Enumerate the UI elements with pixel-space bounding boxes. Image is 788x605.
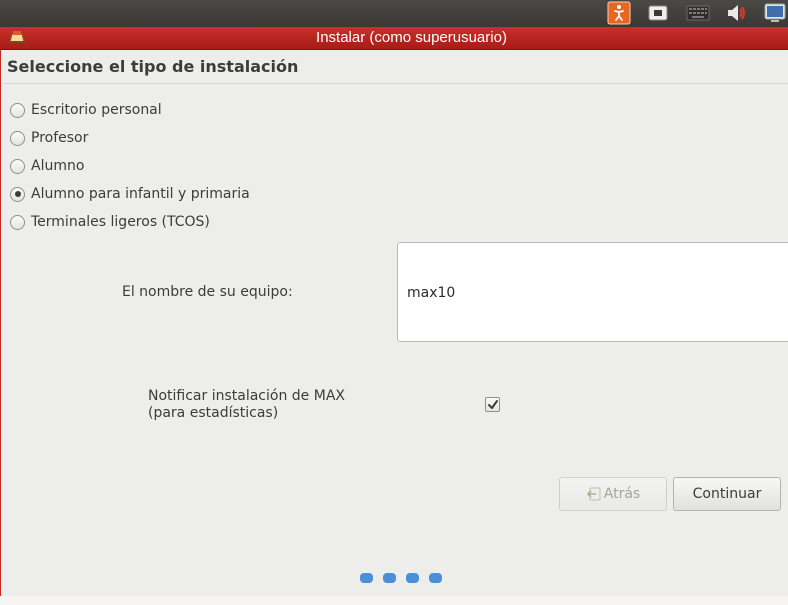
- install-type-option[interactable]: Profesor: [10, 124, 250, 152]
- hostname-input[interactable]: max10: [397, 242, 788, 342]
- install-type-option[interactable]: Alumno: [10, 152, 250, 180]
- window-title: Instalar (como superusuario): [316, 29, 507, 46]
- notify-install-label: Notificar instalación de MAX (para estad…: [148, 388, 345, 422]
- sound-icon[interactable]: [725, 1, 749, 25]
- notify-label-line2: (para estadísticas): [148, 405, 279, 421]
- radio-button[interactable]: [10, 102, 25, 118]
- progress-dot: [360, 573, 373, 583]
- install-type-label: Profesor: [31, 130, 89, 146]
- top-panel: [0, 0, 788, 27]
- radio-button[interactable]: [10, 130, 25, 146]
- notify-install-checkbox[interactable]: [485, 397, 500, 412]
- page-title: Seleccione el tipo de instalación: [7, 57, 299, 76]
- progress-dot: [383, 573, 396, 583]
- progress-dot: [406, 573, 419, 583]
- session-icon[interactable]: [763, 1, 787, 25]
- keyboard-icon[interactable]: [686, 1, 710, 25]
- install-type-options: Escritorio personal Profesor Alumno Alum…: [10, 96, 250, 236]
- back-arrow-icon: [586, 487, 601, 501]
- install-type-option[interactable]: Terminales ligeros (TCOS): [10, 208, 250, 236]
- window-title-bar[interactable]: Instalar (como superusuario): [0, 27, 788, 50]
- radio-button[interactable]: [10, 186, 25, 202]
- radio-button[interactable]: [10, 214, 25, 230]
- network-icon[interactable]: [646, 1, 670, 25]
- continue-button[interactable]: Continuar: [673, 477, 781, 511]
- progress-dot: [429, 573, 442, 583]
- install-type-label: Alumno para infantil y primaria: [31, 186, 250, 202]
- install-type-label: Escritorio personal: [31, 102, 162, 118]
- hostname-label: El nombre de su equipo:: [122, 284, 293, 300]
- radio-selected-dot: [14, 191, 21, 197]
- checkmark-icon: [488, 400, 498, 409]
- progress-indicator: [360, 573, 442, 583]
- continue-button-label: Continuar: [692, 486, 762, 502]
- notify-label-line1: Notificar instalación de MAX: [148, 388, 345, 404]
- window-left-border: [0, 50, 1, 605]
- radio-button[interactable]: [10, 158, 25, 174]
- back-button[interactable]: Atrás: [559, 477, 667, 511]
- bottom-strip: [0, 596, 788, 605]
- accessibility-icon[interactable]: [607, 1, 631, 25]
- title-divider: [1, 83, 788, 84]
- back-button-label: Atrás: [603, 486, 641, 502]
- install-type-label: Terminales ligeros (TCOS): [31, 214, 210, 230]
- install-type-option[interactable]: Escritorio personal: [10, 96, 250, 124]
- install-type-option[interactable]: Alumno para infantil y primaria: [10, 180, 250, 208]
- install-type-label: Alumno: [31, 158, 85, 174]
